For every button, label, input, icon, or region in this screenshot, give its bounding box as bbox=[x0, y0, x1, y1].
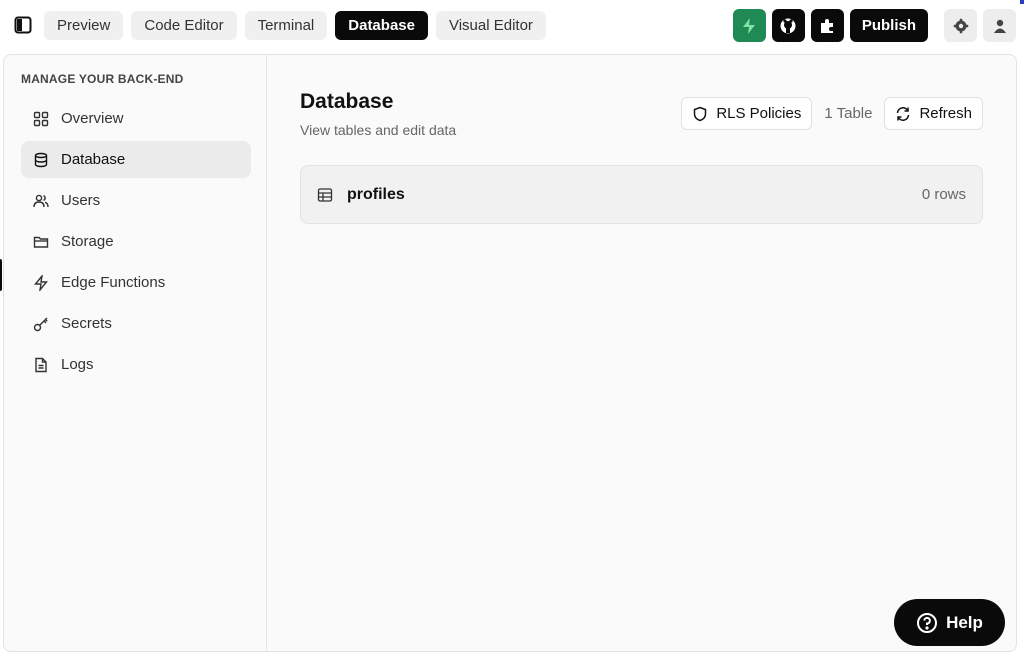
settings-button[interactable] bbox=[944, 9, 977, 42]
table-row[interactable]: profiles 0 rows bbox=[300, 165, 983, 224]
key-icon bbox=[33, 317, 48, 331]
sidebar-item-label: Logs bbox=[61, 356, 94, 373]
help-button[interactable]: Help bbox=[894, 599, 1005, 646]
users-icon bbox=[33, 194, 49, 207]
sidebar-item-label: Overview bbox=[61, 110, 124, 127]
settings-icon bbox=[953, 18, 968, 33]
main-panel: Database View tables and edit data RLS P… bbox=[268, 55, 1016, 651]
sidebar-toggle-icon[interactable] bbox=[12, 14, 34, 36]
supabase-button[interactable] bbox=[732, 9, 766, 42]
folder-icon bbox=[33, 236, 49, 248]
table-name: profiles bbox=[347, 185, 405, 203]
refresh-button[interactable]: Refresh bbox=[884, 97, 983, 130]
page-title: Database bbox=[300, 90, 394, 113]
sidebar-item-label: Secrets bbox=[61, 315, 112, 332]
sidebar-nav: Overview Database Users Storage Edge Fun… bbox=[21, 100, 251, 387]
corner-mark bbox=[1020, 0, 1024, 4]
lightning-icon bbox=[34, 274, 48, 291]
scroll-indicator bbox=[0, 259, 2, 291]
refresh-label: Refresh bbox=[919, 105, 972, 122]
tab-terminal[interactable]: Terminal bbox=[244, 11, 328, 40]
rls-policies-button[interactable]: RLS Policies bbox=[681, 97, 813, 130]
table-count: 1 Table bbox=[824, 105, 873, 122]
database-icon bbox=[34, 152, 48, 167]
user-button[interactable] bbox=[983, 9, 1016, 42]
content-frame: MANAGE YOUR BACK-END Overview Database U… bbox=[3, 54, 1017, 652]
page-actions: RLS Policies 1 Table Refresh bbox=[681, 97, 983, 130]
github-icon bbox=[780, 18, 796, 33]
extensions-button[interactable] bbox=[810, 9, 844, 42]
top-bar: Preview Code Editor Terminal Database Vi… bbox=[0, 0, 1024, 52]
supabase-icon bbox=[743, 17, 756, 34]
publish-button[interactable]: Publish bbox=[849, 9, 928, 42]
github-button[interactable] bbox=[771, 9, 805, 42]
table-row-count: 0 rows bbox=[921, 186, 966, 203]
extension-icon bbox=[821, 18, 834, 33]
refresh-icon bbox=[897, 106, 910, 121]
sidebar-item-users[interactable]: Users bbox=[21, 182, 251, 219]
sidebar-item-label: Storage bbox=[61, 233, 114, 250]
help-label: Help bbox=[946, 612, 983, 632]
sidebar-item-edge-functions[interactable]: Edge Functions bbox=[21, 264, 251, 301]
tab-preview[interactable]: Preview bbox=[44, 11, 124, 40]
sidebar-item-label: Users bbox=[61, 192, 101, 209]
top-actions: Publish bbox=[732, 9, 1016, 42]
sidebar-item-label: Edge Functions bbox=[61, 274, 166, 291]
shield-icon bbox=[694, 106, 707, 121]
sidebar-item-label: Database bbox=[61, 151, 126, 168]
rls-policies-label: RLS Policies bbox=[716, 105, 802, 122]
sidebar: MANAGE YOUR BACK-END Overview Database U… bbox=[4, 55, 267, 651]
table-icon bbox=[317, 187, 333, 202]
user-icon bbox=[993, 19, 1006, 33]
tab-visual-editor[interactable]: Visual Editor bbox=[435, 11, 546, 40]
sidebar-item-secrets[interactable]: Secrets bbox=[21, 305, 251, 342]
sidebar-item-database[interactable]: Database bbox=[21, 141, 251, 178]
sidebar-item-storage[interactable]: Storage bbox=[21, 223, 251, 260]
view-tabs: Preview Code Editor Terminal Database Vi… bbox=[44, 11, 546, 40]
sidebar-item-logs[interactable]: Logs bbox=[21, 346, 251, 383]
sidebar-item-overview[interactable]: Overview bbox=[21, 100, 251, 137]
help-icon bbox=[917, 612, 938, 633]
page-subtitle: View tables and edit data bbox=[300, 122, 457, 138]
tab-code-editor[interactable]: Code Editor bbox=[131, 11, 237, 40]
tab-database[interactable]: Database bbox=[335, 11, 428, 40]
file-icon bbox=[35, 357, 47, 372]
sidebar-heading: MANAGE YOUR BACK-END bbox=[21, 72, 184, 86]
grid-icon bbox=[33, 111, 49, 126]
